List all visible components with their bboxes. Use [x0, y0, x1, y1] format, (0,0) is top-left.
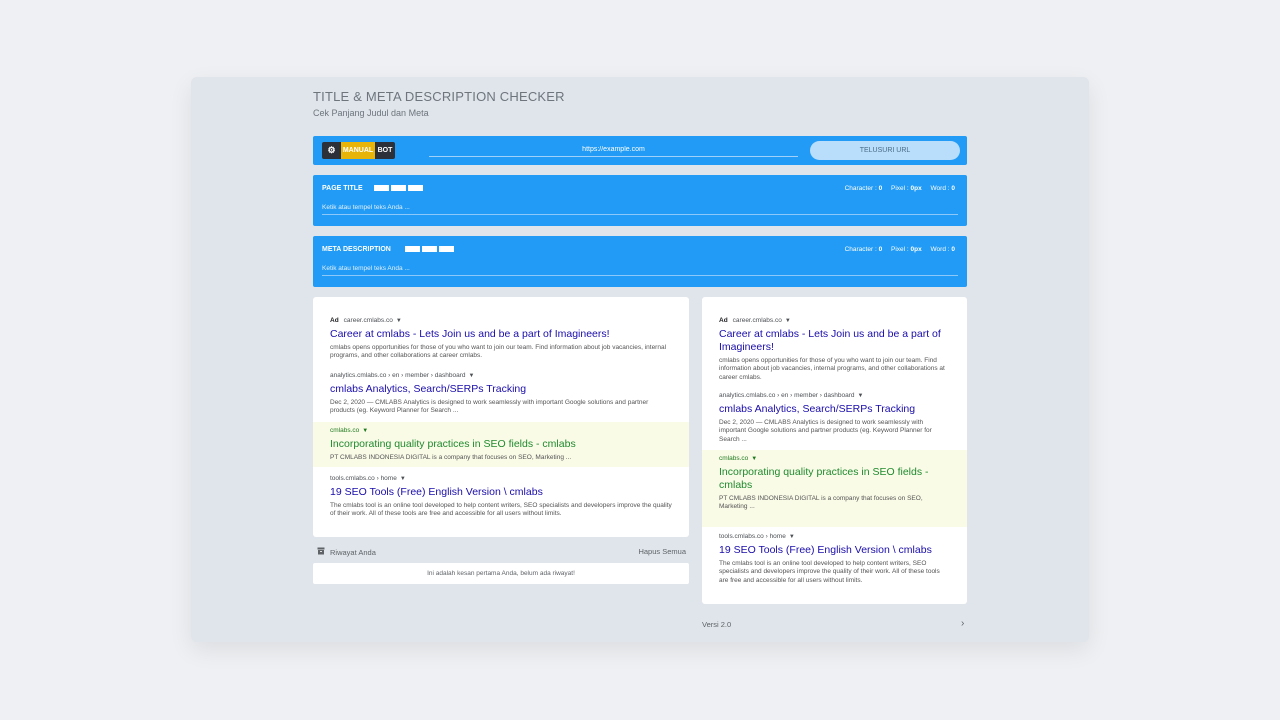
word-count: 0 — [951, 246, 955, 253]
version-label: Versi 2.0 — [702, 620, 732, 629]
chevron-right-icon[interactable]: › — [961, 618, 964, 629]
result-title[interactable]: Career at cmlabs - Lets Join us and be a… — [719, 328, 950, 354]
result-description: Dec 2, 2020 — CMLABS Analytics is design… — [330, 399, 649, 415]
title-length-indicator — [374, 185, 423, 191]
serp-result-highlighted: cmlabs.co ▼ Incorporating quality practic… — [702, 450, 967, 527]
mode-toggle: ⚙ MANUAL BOT — [322, 142, 395, 159]
result-description: cmlabs opens opportunities for those of … — [330, 344, 667, 360]
page-title-stats: Character : 0 Pixel : 0px Word : 0 — [845, 185, 955, 192]
serp-result: tools.cmlabs.co › home ▼ 19 SEO Tools (Fr… — [313, 475, 689, 519]
pixel-label: Pixel : — [891, 185, 909, 192]
clear-all-button[interactable]: Hapus Semua — [638, 547, 686, 556]
result-title[interactable]: Incorporating quality practices in SEO f… — [330, 438, 672, 451]
result-url-text: cmlabs.co — [330, 427, 360, 434]
word-label: Word : — [930, 246, 950, 253]
result-url: cmlabs.co ▼ — [330, 427, 672, 434]
result-description: PT CMLABS INDONESIA DIGITAL is a company… — [719, 495, 923, 511]
caret-down-icon[interactable]: ▼ — [857, 393, 863, 399]
caret-down-icon[interactable]: ▼ — [785, 318, 791, 324]
serp-result: analytics.cmlabs.co › en › member › dash… — [313, 372, 689, 416]
result-url: tools.cmlabs.co › home ▼ — [330, 475, 672, 482]
caret-down-icon[interactable]: ▼ — [400, 476, 406, 482]
ad-badge: Ad — [719, 317, 728, 324]
result-title[interactable]: 19 SEO Tools (Free) English Version \ cm… — [330, 486, 672, 499]
result-url-text: analytics.cmlabs.co › en › member › dash… — [719, 392, 855, 399]
page-title-label: PAGE TITLE — [322, 185, 363, 192]
character-label: Character : — [844, 185, 877, 192]
character-label: Character : — [844, 246, 877, 253]
gear-icon[interactable]: ⚙ — [322, 142, 341, 159]
history-header: Riwayat Anda Hapus Semua — [313, 546, 689, 558]
meta-description-bar: META DESCRIPTION Character : 0 Pixel : 0… — [313, 236, 967, 287]
history-label: Riwayat Anda — [317, 547, 376, 557]
caret-down-icon[interactable]: ▼ — [468, 373, 474, 379]
result-title[interactable]: 19 SEO Tools (Free) English Version \ cm… — [719, 544, 950, 557]
meta-description-input[interactable] — [322, 262, 958, 276]
page-subtitle: Cek Panjang Judul dan Meta — [313, 108, 429, 118]
result-title[interactable]: Incorporating quality practices in SEO f… — [719, 466, 950, 492]
word-count: 0 — [951, 185, 955, 192]
meta-description-stats: Character : 0 Pixel : 0px Word : 0 — [845, 246, 955, 253]
result-description: The cmlabs tool is an online tool develo… — [330, 502, 672, 518]
explore-url-button[interactable]: TELUSURI URL — [810, 141, 960, 160]
serp-result: Ad career.cmlabs.co ▼ Career at cmlabs - L… — [313, 317, 689, 361]
serp-result: Ad career.cmlabs.co ▼ Career at cmlabs - L… — [702, 317, 967, 382]
archive-icon — [317, 547, 325, 557]
result-url: cmlabs.co ▼ — [719, 455, 950, 462]
url-input[interactable] — [429, 143, 798, 157]
history-empty-message: Ini adalah kesan pertama Anda, belum ada… — [313, 563, 689, 584]
result-url-text: career.cmlabs.co — [732, 317, 782, 324]
result-url-text: analytics.cmlabs.co › en › member › dash… — [330, 372, 466, 379]
desktop-serp-preview: Ad career.cmlabs.co ▼ Career at cmlabs - L… — [313, 297, 689, 537]
result-url: tools.cmlabs.co › home ▼ — [719, 533, 950, 540]
pixel-label: Pixel : — [891, 246, 909, 253]
result-url: Ad career.cmlabs.co ▼ — [330, 317, 672, 324]
result-url: Ad career.cmlabs.co ▼ — [719, 317, 950, 324]
character-count: 0 — [878, 246, 883, 253]
result-description: PT CMLABS INDONESIA DIGITAL is a company… — [330, 454, 572, 461]
serp-result-highlighted: cmlabs.co ▼ Incorporating quality practic… — [313, 422, 689, 467]
ad-badge: Ad — [330, 317, 339, 324]
result-title[interactable]: cmlabs Analytics, Search/SERPs Tracking — [330, 383, 672, 396]
result-url-text: tools.cmlabs.co › home — [719, 533, 786, 540]
result-title[interactable]: cmlabs Analytics, Search/SERPs Tracking — [719, 403, 950, 416]
pixel-count: 0px — [910, 246, 922, 253]
manual-mode-button[interactable]: MANUAL — [341, 142, 375, 159]
page-title-input[interactable] — [322, 201, 958, 215]
result-url-text: tools.cmlabs.co › home — [330, 475, 397, 482]
result-url: analytics.cmlabs.co › en › member › dash… — [719, 392, 950, 399]
page-title-bar: PAGE TITLE Character : 0 Pixel : 0px Wor… — [313, 175, 967, 226]
pixel-count: 0px — [910, 185, 922, 192]
history-label-text: Riwayat Anda — [330, 547, 376, 557]
checker-card: TITLE & META DESCRIPTION CHECKER Cek Pan… — [191, 77, 1089, 642]
serp-result: tools.cmlabs.co › home ▼ 19 SEO Tools (Fr… — [702, 533, 967, 585]
caret-down-icon[interactable]: ▼ — [362, 428, 368, 434]
meta-description-label: META DESCRIPTION — [322, 246, 391, 253]
result-title[interactable]: Career at cmlabs - Lets Join us and be a… — [330, 328, 672, 341]
result-description: The cmlabs tool is an online tool develo… — [719, 560, 940, 584]
result-url: analytics.cmlabs.co › en › member › dash… — [330, 372, 672, 379]
page-title: TITLE & META DESCRIPTION CHECKER — [313, 89, 565, 104]
character-count: 0 — [878, 185, 883, 192]
url-bar: ⚙ MANUAL BOT TELUSURI URL — [313, 136, 967, 165]
caret-down-icon[interactable]: ▼ — [751, 456, 757, 462]
caret-down-icon[interactable]: ▼ — [789, 534, 795, 540]
result-url-text: career.cmlabs.co — [343, 317, 393, 324]
result-description: cmlabs opens opportunities for those of … — [719, 357, 945, 381]
bot-mode-button[interactable]: BOT — [375, 142, 395, 159]
word-label: Word : — [930, 185, 950, 192]
meta-length-indicator — [405, 246, 454, 252]
serp-result: analytics.cmlabs.co › en › member › dash… — [702, 392, 967, 444]
result-url-text: cmlabs.co — [719, 455, 749, 462]
caret-down-icon[interactable]: ▼ — [396, 318, 402, 324]
mobile-serp-preview: Ad career.cmlabs.co ▼ Career at cmlabs - L… — [702, 297, 967, 604]
result-description: Dec 2, 2020 — CMLABS Analytics is design… — [719, 419, 932, 443]
